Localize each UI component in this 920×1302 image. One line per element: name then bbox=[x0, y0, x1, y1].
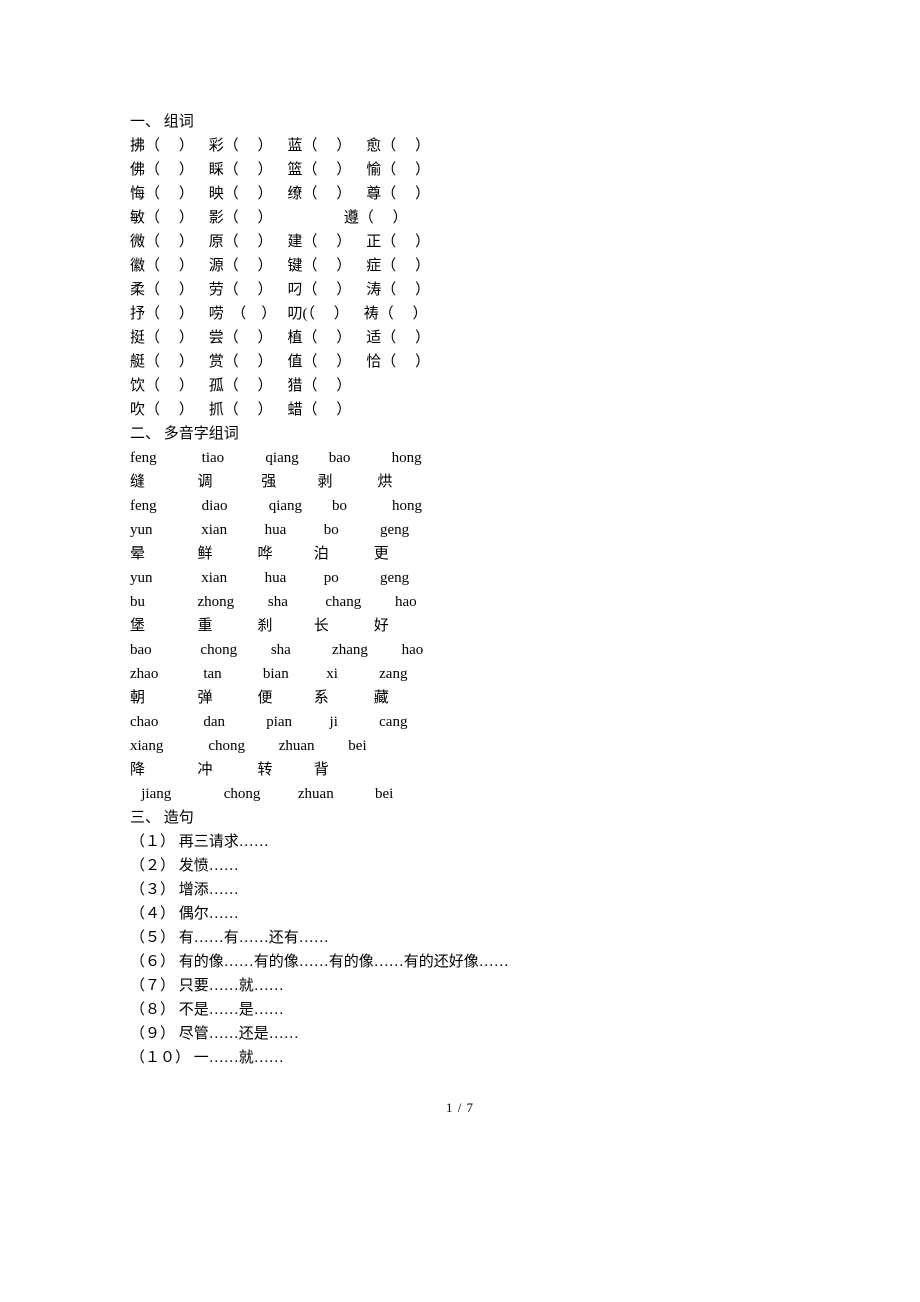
section-three-title: 三、 造句 bbox=[130, 806, 790, 830]
text-line: feng tiao qiang bao hong bbox=[130, 446, 790, 470]
text-line: （４） 偶尔…… bbox=[130, 902, 790, 926]
text-line: 徽（ ） 源（ ） 键（ ） 症（ ） bbox=[130, 254, 790, 278]
text-line: 艇（ ） 赏（ ） 值（ ） 恰（ ） bbox=[130, 350, 790, 374]
text-line: （６） 有的像……有的像……有的像……有的还好像…… bbox=[130, 950, 790, 974]
text-line: 柔（ ） 劳（ ） 叼（ ） 涛（ ） bbox=[130, 278, 790, 302]
text-line: （８） 不是……是…… bbox=[130, 998, 790, 1022]
text-line: 抒（ ） 唠 （ ） 叨(（ ） 祷（ ） bbox=[130, 302, 790, 326]
text-line: jiang chong zhuan bei bbox=[130, 782, 790, 806]
section-one-body: 拂（ ） 彩（ ） 蓝（ ） 愈（ ） 佛（ ） 睬（ ） 篮（ ） 愉（ ） … bbox=[130, 134, 790, 422]
text-line: bao chong sha zhang hao bbox=[130, 638, 790, 662]
page-footer: 1 / 7 bbox=[130, 1100, 790, 1116]
section-two-body: feng tiao qiang bao hong 缝 调 强 剥 烘 feng … bbox=[130, 446, 790, 806]
text-line: 挺（ ） 尝（ ） 植（ ） 适（ ） bbox=[130, 326, 790, 350]
text-line: xiang chong zhuan bei bbox=[130, 734, 790, 758]
text-line: 饮（ ） 孤（ ） 猎（ ） bbox=[130, 374, 790, 398]
text-line: 拂（ ） 彩（ ） 蓝（ ） 愈（ ） bbox=[130, 134, 790, 158]
text-line: （１） 再三请求…… bbox=[130, 830, 790, 854]
text-line: 堡 重 刹 长 好 bbox=[130, 614, 790, 638]
text-line: 敏（ ） 影（ ） 遵（ ） bbox=[130, 206, 790, 230]
text-line: 晕 鲜 哗 泊 更 bbox=[130, 542, 790, 566]
text-line: 朝 弹 便 系 藏 bbox=[130, 686, 790, 710]
section-two-title: 二、 多音字组词 bbox=[130, 422, 790, 446]
text-line: yun xian hua po geng bbox=[130, 566, 790, 590]
text-line: feng diao qiang bo hong bbox=[130, 494, 790, 518]
text-line: yun xian hua bo geng bbox=[130, 518, 790, 542]
text-line: chao dan pian ji cang bbox=[130, 710, 790, 734]
section-one-title: 一、 组词 bbox=[130, 110, 790, 134]
text-line: 降 冲 转 背 bbox=[130, 758, 790, 782]
text-line: （７） 只要……就…… bbox=[130, 974, 790, 998]
text-line: （５） 有……有……还有…… bbox=[130, 926, 790, 950]
text-line: zhao tan bian xi zang bbox=[130, 662, 790, 686]
text-line: 吹（ ） 抓（ ） 蜡（ ） bbox=[130, 398, 790, 422]
text-line: bu zhong sha chang hao bbox=[130, 590, 790, 614]
text-line: 缝 调 强 剥 烘 bbox=[130, 470, 790, 494]
document-page: 一、 组词 拂（ ） 彩（ ） 蓝（ ） 愈（ ） 佛（ ） 睬（ ） 篮（ ）… bbox=[0, 0, 920, 1156]
text-line: 微（ ） 原（ ） 建（ ） 正（ ） bbox=[130, 230, 790, 254]
section-three-body: （１） 再三请求…… （２） 发愤…… （３） 增添…… （４） 偶尔…… （５… bbox=[130, 830, 790, 1070]
text-line: （２） 发愤…… bbox=[130, 854, 790, 878]
text-line: （３） 增添…… bbox=[130, 878, 790, 902]
text-line: 佛（ ） 睬（ ） 篮（ ） 愉（ ） bbox=[130, 158, 790, 182]
text-line: （９） 尽管……还是…… bbox=[130, 1022, 790, 1046]
text-line: （１０） 一……就…… bbox=[130, 1046, 790, 1070]
text-line: 悔（ ） 映（ ） 缭（ ） 尊（ ） bbox=[130, 182, 790, 206]
